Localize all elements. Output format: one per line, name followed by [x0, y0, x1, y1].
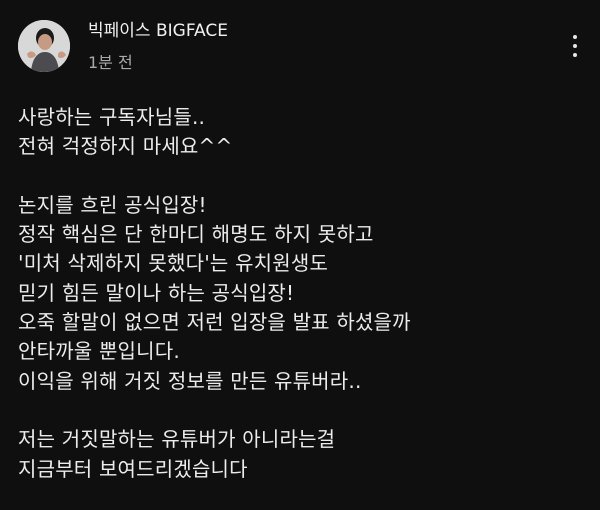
avatar-icon	[18, 20, 70, 72]
post-line: 안타까울 뿐입니다.	[18, 339, 180, 364]
post-line: 지금부터 보여드리겠습니다	[18, 456, 248, 481]
more-options-button[interactable]	[560, 28, 590, 64]
post-timestamp: 1분 전	[88, 53, 133, 72]
post-line: 정작 핵심은 단 한마디 해명도 하지 못하고	[18, 222, 374, 247]
post-line: '미처 삭제하지 못했다'는 유치원생도	[18, 251, 329, 276]
post-line: 믿기 힘든 말이나 하는 공식입장!	[18, 280, 295, 305]
post-line: 전혀 걱정하지 마세요^^	[18, 134, 233, 159]
post-line: 사랑하는 구독자님들..	[18, 105, 206, 129]
post-line: 저는 거짓말하는 유튜버가 아니라는걸	[18, 427, 336, 452]
post-line: 오죽 할말이 없으면 저런 입장을 발표 하셨을까	[18, 310, 411, 335]
post-body: 사랑하는 구독자님들.. 전혀 걱정하지 마세요^^ 논지를 흐린 공식입장! …	[18, 103, 578, 484]
post-line: 논지를 흐린 공식입장!	[18, 192, 207, 217]
more-vert-icon	[573, 35, 577, 57]
channel-name[interactable]: 빅페이스 BIGFACE	[88, 20, 228, 42]
community-post: 빅페이스 BIGFACE 1분 전 사랑하는 구독자님들.. 전혀 걱정하지 마…	[0, 0, 600, 510]
channel-avatar[interactable]	[18, 20, 70, 72]
post-line: 이익을 위해 거짓 정보를 만든 유튜버라..	[18, 368, 362, 393]
